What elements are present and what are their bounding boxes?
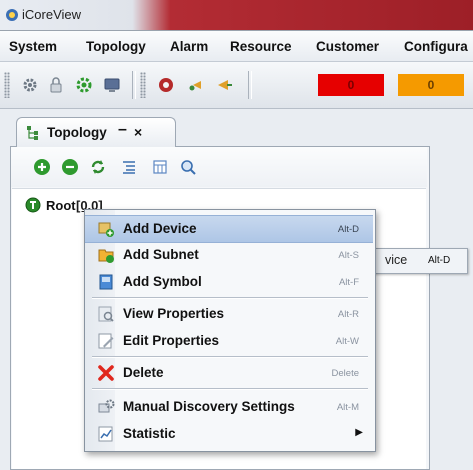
menu-item-label: Delete [123, 365, 164, 380]
panel-toolbar [11, 147, 427, 187]
menu-bar: System Topology Alarm Resource Customer … [0, 31, 473, 62]
topology-tree-icon [27, 126, 38, 140]
delete-icon [98, 365, 114, 381]
menu-item-add-subnet[interactable]: Add Subnet Alt-S [85, 242, 373, 268]
menu-item-add-symbol[interactable]: Add Symbol Alt-F [85, 269, 373, 295]
add-symbol-icon [99, 274, 113, 290]
remove-icon[interactable] [61, 158, 79, 176]
back-icon[interactable] [186, 75, 206, 95]
toolbar-separator [132, 71, 136, 99]
monitor-icon[interactable] [102, 75, 122, 95]
menu-topology[interactable]: Topology [86, 39, 146, 54]
menu-item-shortcut: Delete [331, 368, 359, 379]
toolbar-grip[interactable] [4, 72, 10, 98]
menu-item-view-properties[interactable]: View Properties Alt-R [85, 301, 373, 327]
edit-properties-icon [98, 333, 114, 349]
menu-item-shortcut: Alt-F [338, 277, 359, 288]
main-toolbar: 0 0 [0, 62, 473, 109]
menu-item-add-device[interactable]: Add Device Alt-D [85, 215, 373, 243]
list-icon[interactable] [120, 158, 138, 176]
view-properties-icon [98, 306, 114, 322]
calendar-icon[interactable] [151, 158, 169, 176]
submenu-arrow-icon: ▶ [355, 427, 363, 438]
menu-item-label: Add Device [123, 221, 197, 236]
tab-topology[interactable]: Topology – × [16, 117, 176, 148]
close-button[interactable]: × [134, 124, 142, 140]
alarm-bell-icon[interactable] [156, 75, 176, 95]
add-subnet-icon [98, 249, 114, 263]
window-title: iCoreView [22, 7, 82, 22]
tree-root-label[interactable]: Root [46, 198, 76, 213]
critical-alarm-count[interactable]: 0 [318, 74, 384, 96]
menu-item-label: Manual Discovery Settings [123, 399, 295, 414]
menu-item-shortcut: Alt-W [335, 336, 359, 347]
menu-item-statistic[interactable]: Statistic ▶ [85, 421, 373, 447]
gear-icon[interactable] [74, 75, 94, 95]
menu-item-delete[interactable]: Delete Delete [85, 360, 373, 386]
settings-icon[interactable] [20, 75, 40, 95]
discovery-settings-icon [98, 399, 115, 413]
menu-separator [92, 297, 368, 299]
menu-item-edit-properties[interactable]: Edit Properties Alt-W [85, 328, 373, 354]
add-device-icon [98, 222, 114, 237]
menu-customer[interactable]: Customer [316, 39, 379, 54]
lock-icon[interactable] [46, 75, 66, 95]
app-logo-icon [6, 9, 18, 21]
menu-separator [92, 356, 368, 358]
menu-item-label: Edit Properties [123, 333, 220, 348]
search-icon[interactable] [179, 158, 197, 176]
submenu-item-label[interactable]: vice [385, 253, 407, 267]
root-node-icon [25, 197, 41, 213]
submenu-item-shortcut: Alt-D [428, 255, 451, 266]
toolbar-grip[interactable] [140, 72, 146, 98]
major-alarm-count[interactable]: 0 [398, 74, 464, 96]
toolbar-separator [248, 71, 252, 99]
menu-item-shortcut: Alt-D [337, 224, 359, 235]
menu-alarm[interactable]: Alarm [170, 39, 208, 54]
background-submenu [368, 248, 468, 274]
menu-item-manual-discovery-settings[interactable]: Manual Discovery Settings Alt-M [85, 394, 373, 420]
menu-item-shortcut: Alt-R [337, 309, 359, 320]
menu-item-shortcut: Alt-S [338, 250, 359, 261]
tab-label: Topology [47, 125, 107, 140]
menu-item-label: Statistic [123, 426, 176, 441]
menu-item-shortcut: Alt-M [336, 402, 359, 413]
menu-item-label: Add Subnet [123, 247, 199, 262]
add-icon[interactable] [33, 158, 51, 176]
menu-resource[interactable]: Resource [230, 39, 292, 54]
menu-item-label: View Properties [123, 306, 225, 321]
statistic-icon [98, 426, 113, 442]
forward-icon[interactable] [214, 75, 234, 95]
menu-configuration[interactable]: Configura [404, 39, 468, 54]
menu-item-label: Add Symbol [123, 274, 202, 289]
menu-system[interactable]: System [9, 39, 57, 54]
menu-separator [92, 388, 368, 390]
refresh-icon[interactable] [89, 158, 107, 176]
minimize-button[interactable]: – [118, 121, 127, 139]
